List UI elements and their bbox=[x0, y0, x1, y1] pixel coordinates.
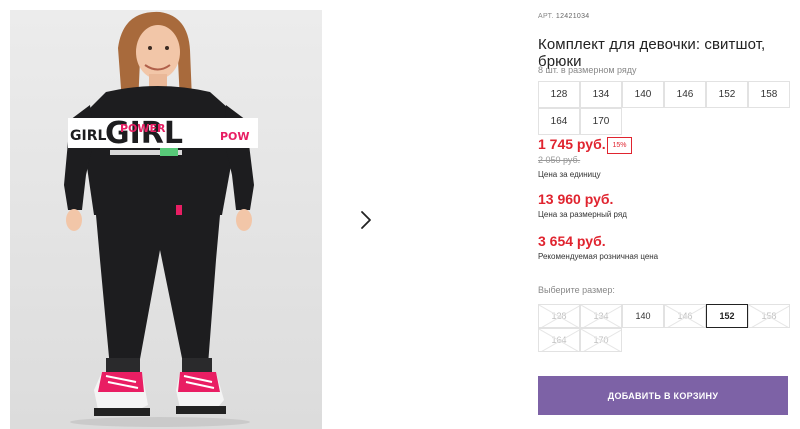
choose-size-label: Выберите размер: bbox=[538, 285, 615, 295]
article-label: АРТ. bbox=[538, 13, 554, 20]
series-size-cell: 134 bbox=[580, 81, 622, 108]
next-image-button[interactable] bbox=[347, 201, 385, 239]
size-option[interactable]: 140 bbox=[622, 304, 664, 328]
svg-text:GIRL: GIRL bbox=[70, 128, 106, 144]
series-size-cell: 146 bbox=[664, 81, 706, 108]
size-option-selected[interactable]: 152 bbox=[706, 304, 748, 328]
series-size-cell: 158 bbox=[748, 81, 790, 108]
product-photo: GIRL POWER GIRL POW bbox=[10, 10, 322, 429]
series-size-cell: 128 bbox=[538, 81, 580, 108]
retail-price: 3 654 руб. bbox=[538, 233, 606, 249]
series-price-label: Цена за размерный ряд bbox=[538, 210, 627, 219]
series-size-cell: 152 bbox=[706, 81, 748, 108]
unit-price: 1 745 руб. bbox=[538, 136, 606, 152]
size-option-unavailable: 134 bbox=[580, 304, 622, 328]
series-size-cell: 164 bbox=[538, 108, 580, 135]
article-value: 12421034 bbox=[555, 13, 590, 20]
svg-text:POWER: POWER bbox=[120, 122, 166, 135]
size-option-unavailable: 170 bbox=[580, 328, 622, 352]
retail-price-label: Рекомендуемая розничная цена bbox=[538, 252, 659, 261]
series-size-cell: 140 bbox=[622, 81, 664, 108]
article-number: АРТ. 12421034 bbox=[538, 13, 589, 20]
product-image[interactable]: GIRL POWER GIRL POW bbox=[10, 10, 322, 429]
size-option-unavailable: 164 bbox=[538, 328, 580, 352]
size-option-unavailable: 128 bbox=[538, 304, 580, 328]
size-option-unavailable: 146 bbox=[664, 304, 706, 328]
unit-price-label: Цена за единицу bbox=[538, 170, 601, 179]
add-to-cart-button[interactable]: ДОБАВИТЬ В КОРЗИНУ bbox=[538, 376, 788, 415]
discount-badge: 15% bbox=[607, 137, 632, 154]
chevron-right-icon bbox=[361, 211, 371, 229]
old-price: 2 050 руб. bbox=[538, 155, 581, 165]
svg-text:POW: POW bbox=[220, 130, 250, 143]
series-price: 13 960 руб. bbox=[538, 191, 614, 207]
series-size-cell: 170 bbox=[580, 108, 622, 135]
size-option-unavailable: 158 bbox=[748, 304, 790, 328]
series-count-note: 8 шт. в размерном ряду bbox=[538, 65, 637, 75]
